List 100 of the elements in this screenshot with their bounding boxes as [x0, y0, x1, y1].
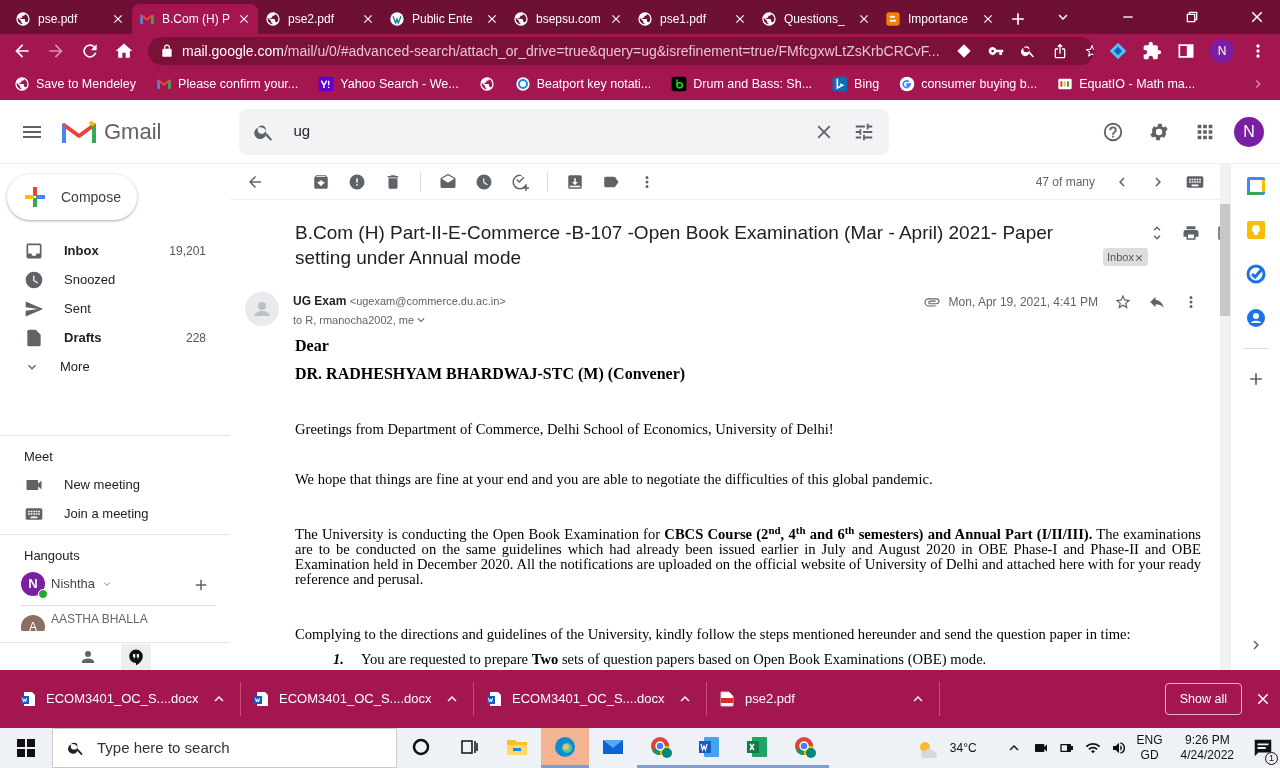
- contact-name[interactable]: AASTHA BHALLA: [51, 610, 148, 628]
- close-tab-icon[interactable]: [485, 12, 499, 26]
- edge-browser-icon: [553, 734, 577, 759]
- meet-item[interactable]: New meeting: [0, 470, 230, 499]
- windows-start-icon[interactable]: [17, 739, 35, 757]
- inbox-label[interactable]: Inbox: [1103, 247, 1148, 266]
- folder-item[interactable]: More: [0, 352, 230, 381]
- bookmark[interactable]: consumer buying b...: [899, 74, 1038, 94]
- scrollbar-thumb[interactable]: [1220, 204, 1230, 316]
- message-counter: 47 of many: [1035, 173, 1095, 191]
- zoom-icon[interactable]: [1019, 43, 1036, 59]
- profile-avatar[interactable]: N: [1210, 39, 1234, 63]
- move-to-icon[interactable]: [566, 172, 584, 191]
- add-task-icon[interactable]: [511, 172, 529, 191]
- bookmark[interactable]: Beatport key notati...: [514, 74, 652, 94]
- gmail-logo-icon: [156, 76, 173, 92]
- close-tab-icon[interactable]: [857, 12, 871, 26]
- calendar-icon[interactable]: [1245, 176, 1266, 196]
- bookmark[interactable]: EquatIO - Math ma...: [1057, 74, 1196, 94]
- close-tab-icon[interactable]: [361, 12, 375, 26]
- show-all-button[interactable]: Show all: [1164, 682, 1242, 716]
- account-avatar[interactable]: N: [1234, 116, 1264, 147]
- section-heading: Meet: [23, 448, 54, 467]
- address-bar[interactable]: mail.google.com/mail/u/0/#advanced-search/attach_or_drive=true&query=ug&isrefinement=true/FMfcgxwLtZsKrbCRCvF...: [148, 37, 1094, 65]
- close-tab-icon[interactable]: [733, 12, 747, 26]
- search-field[interactable]: ug: [239, 108, 890, 155]
- contacts-icon[interactable]: [1245, 308, 1266, 328]
- keyboard-layout[interactable]: GD: [1140, 748, 1159, 763]
- globe-icon: [513, 11, 529, 27]
- taskbar-search-field[interactable]: Type here to search: [52, 728, 397, 768]
- puzzle-icon[interactable]: [1142, 41, 1162, 61]
- globe-icon: [761, 11, 777, 27]
- bookmark[interactable]: Drum and Bass: Sh...: [671, 74, 813, 94]
- browser-tab[interactable]: Importance: [878, 4, 1002, 34]
- clock-date[interactable]: 4/24/2022: [1180, 748, 1234, 763]
- browser-tab[interactable]: Questions_: [754, 4, 878, 34]
- report-spam-icon[interactable]: [348, 172, 366, 191]
- user-avatar: N: [21, 572, 45, 596]
- browser-tab[interactable]: pse.pdf: [8, 4, 132, 34]
- chat-tab-icon[interactable]: [127, 647, 145, 666]
- word-icon: [697, 734, 721, 759]
- browser-tab[interactable]: pse2.pdf: [258, 4, 382, 34]
- globe-bookmark-icon[interactable]: [478, 76, 495, 92]
- browser-tab[interactable]: Public Ente: [382, 4, 506, 34]
- print-icon[interactable]: [1181, 224, 1200, 242]
- browser-tab[interactable]: B.Com (H) P: [132, 4, 258, 34]
- compose-button[interactable]: Compose: [7, 174, 137, 220]
- star-icon[interactable]: [1114, 293, 1132, 311]
- user-name[interactable]: Nishtha: [51, 574, 96, 594]
- music-icon: [671, 76, 688, 92]
- download-item[interactable]: ECOM3401_OC_S....docx: [474, 682, 707, 716]
- meet-item[interactable]: Join a meeting: [0, 499, 230, 528]
- step-text: You are requested to prepare Two sets of question papers based on Open Book Examinations (OBE) mode.: [361, 652, 987, 667]
- wifi-icon[interactable]: [1084, 740, 1101, 756]
- yahoo-icon: [318, 76, 335, 92]
- word-file-icon: [20, 691, 36, 707]
- bookmark[interactable]: Yahoo Search - We...: [318, 74, 459, 94]
- browser-tab[interactable]: pse1.pdf: [630, 4, 754, 34]
- folder-item[interactable]: Snoozed: [0, 265, 230, 294]
- bookmark[interactable]: Save to Mendeley: [14, 74, 137, 94]
- globe-icon: [265, 11, 281, 27]
- folder-item[interactable]: Inbox 19,201: [0, 236, 230, 265]
- help-icon[interactable]: [1102, 120, 1124, 143]
- clock-time[interactable]: 9:26 PM: [1184, 733, 1230, 748]
- circle-icon: [411, 736, 431, 757]
- blogger-icon: [885, 11, 901, 27]
- volume-icon[interactable]: [1110, 740, 1127, 756]
- folder-item[interactable]: Drafts 228: [0, 323, 230, 352]
- close-tab-icon[interactable]: [609, 12, 623, 26]
- wordpress-icon: [389, 11, 405, 27]
- close-tab-icon[interactable]: [111, 12, 125, 26]
- download-item[interactable]: ECOM3401_OC_S....docx: [241, 682, 474, 716]
- restore-icon[interactable]: [1184, 9, 1200, 25]
- remove-label-icon[interactable]: [1133, 252, 1144, 263]
- close-tab-icon[interactable]: [237, 12, 251, 26]
- extension-icon[interactable]: [1108, 41, 1128, 61]
- side-panel-icon[interactable]: [1176, 41, 1196, 61]
- excel-icon: [745, 734, 769, 759]
- home-icon[interactable]: [114, 41, 134, 61]
- body-paragraph: The University is conducting the Open Book Examination for CBCS Course (2$^{nd}$, 4$^{th}$ and 6$^{th}$ semesters) and Annual Part (I/II/III). The examinations are to be conducted on the same guidelines which had already been issued earlier in July and August 2020 in OBE Phase-I and Phase-II and OBE Examination held in December 2020. All the notifications are uploaded on the official website of University of Delhi and attached here with for your ready reference and perusal.: [295, 527, 1201, 587]
- folder-item[interactable]: Sent: [0, 294, 230, 323]
- browser-tab[interactable]: bsepsu.com: [506, 4, 630, 34]
- document-icon: [24, 327, 44, 348]
- input-language[interactable]: ENG: [1136, 733, 1163, 748]
- tasks-icon[interactable]: [1245, 264, 1266, 284]
- reload-icon[interactable]: [80, 41, 100, 61]
- body-paragraph: We hope that things are fine at your end and you are able to negotiate the difficulties of this global pandemic.: [295, 472, 934, 487]
- close-tab-icon[interactable]: [981, 12, 995, 26]
- temperature[interactable]: 34°C: [949, 739, 977, 757]
- bookmark[interactable]: Please confirm your...: [156, 74, 299, 94]
- section-heading: Hangouts: [23, 547, 81, 566]
- gmail-logo-text[interactable]: Gmail: [104, 115, 162, 148]
- download-item[interactable]: ECOM3401_OC_S....docx: [8, 682, 241, 716]
- archive-icon[interactable]: [312, 172, 330, 191]
- diamond-icon[interactable]: [955, 43, 972, 59]
- sender-avatar-icon: [245, 292, 279, 326]
- bookmark[interactable]: Bing: [832, 74, 880, 94]
- snooze-icon[interactable]: [475, 172, 493, 191]
- mark-unread-icon[interactable]: [439, 172, 457, 191]
- download-item[interactable]: pse2.pdf: [707, 682, 940, 716]
